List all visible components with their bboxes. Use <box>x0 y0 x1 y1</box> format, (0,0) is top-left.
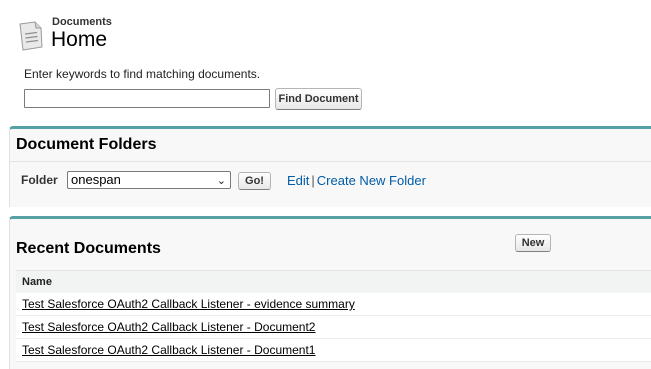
table-row: Test Salesforce OAuth2 Callback Listener… <box>16 339 651 362</box>
table-row: Test Salesforce OAuth2 Callback Listener… <box>16 316 651 339</box>
folder-actions: Edit | Create New Folder <box>287 173 426 188</box>
panel-divider <box>10 161 651 162</box>
recent-documents-title: Recent Documents <box>16 240 161 257</box>
section-label: Documents <box>52 16 112 28</box>
selected-folder: onespan <box>71 172 121 187</box>
table-header: Name <box>16 270 651 294</box>
column-header-name[interactable]: Name <box>22 276 52 288</box>
new-document-button[interactable]: New <box>515 234 551 252</box>
table-row: Test Salesforce OAuth2 Callback Listener… <box>16 293 651 316</box>
document-link[interactable]: Test Salesforce OAuth2 Callback Listener… <box>22 320 315 334</box>
document-link[interactable]: Test Salesforce OAuth2 Callback Listener… <box>22 297 355 311</box>
document-search-input[interactable] <box>24 89 270 108</box>
edit-folder-link[interactable]: Edit <box>287 173 309 188</box>
document-folders-panel: Document Folders Folder onespan ⌄ Go! Ed… <box>9 126 651 207</box>
document-icon <box>19 21 43 51</box>
create-new-folder-link[interactable]: Create New Folder <box>317 173 426 188</box>
link-separator: | <box>311 173 315 188</box>
folder-label: Folder <box>21 173 58 187</box>
chevron-down-icon: ⌄ <box>216 175 226 187</box>
go-button[interactable]: Go! <box>238 172 271 190</box>
folder-select[interactable]: onespan ⌄ <box>67 171 231 189</box>
find-document-button[interactable]: Find Document <box>275 88 362 110</box>
search-hint: Enter keywords to find matching document… <box>24 67 261 81</box>
page-title: Home <box>51 28 108 51</box>
recent-documents-panel: Recent Documents New Name Test Salesforc… <box>9 216 651 369</box>
document-link[interactable]: Test Salesforce OAuth2 Callback Listener… <box>22 343 315 357</box>
document-folders-title: Document Folders <box>16 136 157 153</box>
